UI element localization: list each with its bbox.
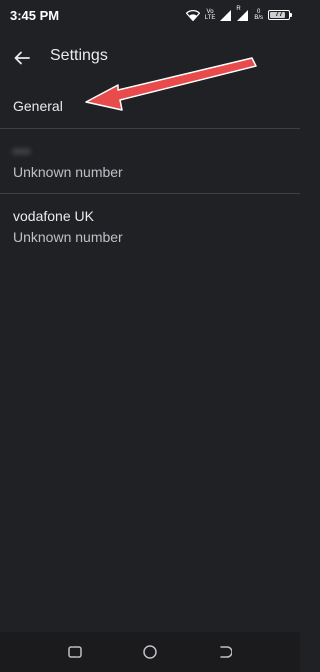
signal-icon (220, 9, 232, 21)
data-rate: 0 B/s (254, 9, 263, 21)
sim-name-label: vodafone UK (13, 208, 94, 224)
app-bar: Settings (0, 38, 300, 78)
volte-icon: Vo LTE (204, 9, 216, 21)
wifi-icon (185, 9, 200, 21)
arrow-left-icon (14, 51, 30, 65)
recents-icon (68, 646, 82, 658)
sim-settings-item[interactable]: ••• Unknown number (0, 129, 300, 193)
battery-level: 77 (275, 11, 283, 18)
system-nav-bar (0, 632, 300, 672)
settings-screen: 3:45 PM Vo LTE R 0 B/s 77 Settings Gener… (0, 0, 300, 672)
battery-icon: 77 (268, 10, 292, 20)
back-nav-button[interactable] (215, 642, 235, 662)
status-time: 3:45 PM (10, 8, 60, 23)
page-title: Settings (50, 47, 108, 64)
back-nav-icon (220, 646, 232, 658)
home-button[interactable] (140, 642, 160, 662)
general-label: General (13, 98, 63, 114)
sim-settings-item[interactable]: vodafone UK Unknown number (0, 194, 300, 258)
sim-number-label: Unknown number (13, 229, 123, 245)
sim-number-label: Unknown number (13, 164, 123, 180)
back-button[interactable] (10, 46, 34, 70)
general-settings-item[interactable]: General (0, 88, 300, 128)
status-bar: 3:45 PM Vo LTE R 0 B/s 77 (0, 0, 300, 32)
signal-roaming-icon: R (236, 6, 249, 21)
home-icon (143, 645, 157, 659)
sim-name-label: ••• (13, 143, 31, 159)
recents-button[interactable] (65, 642, 85, 662)
status-icons: Vo LTE R 0 B/s 77 (185, 6, 292, 23)
